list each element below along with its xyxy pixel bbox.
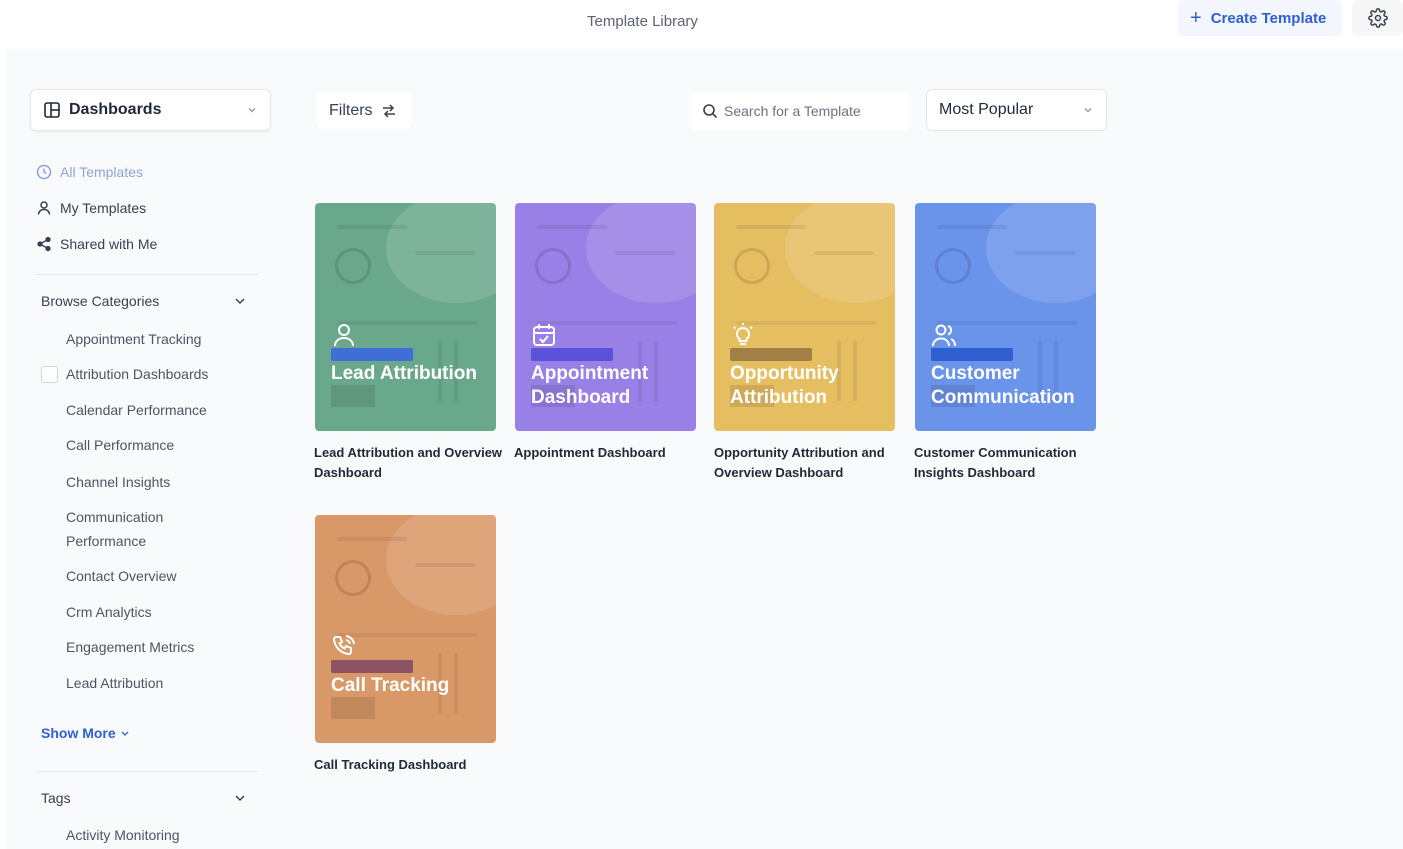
card-decoration	[535, 248, 571, 284]
card-decoration	[537, 321, 677, 325]
show-more-label: Show More	[41, 725, 116, 741]
card-label[interactable]: Customer Communication Insights Dashboar…	[914, 443, 1109, 483]
gear-icon	[1367, 8, 1388, 28]
template-card[interactable]: Appointment Dashboard	[515, 203, 696, 431]
template-card[interactable]: Call Tracking	[315, 515, 496, 743]
card-decoration	[337, 537, 407, 541]
user-icon	[334, 324, 354, 347]
card-decoration	[537, 225, 607, 229]
card-decoration	[331, 385, 375, 407]
chevron-down-icon	[248, 107, 256, 113]
filters-button[interactable]: Filters	[316, 93, 412, 129]
category-crm-analytics[interactable]: Crm Analytics	[66, 600, 236, 624]
card-decoration	[937, 321, 1077, 325]
dashboard-type-label: Dashboards	[69, 101, 162, 118]
card-decoration	[937, 225, 1007, 229]
page-title: Template Library	[587, 13, 698, 30]
category-engagement-metrics[interactable]: Engagement Metrics	[66, 635, 236, 659]
card-label[interactable]: Call Tracking Dashboard	[314, 755, 509, 775]
nav-shared-with-me[interactable]: Shared with Me	[36, 236, 157, 252]
chevron-down-icon	[121, 731, 129, 736]
card-decoration	[415, 251, 475, 255]
category-calendar-performance[interactable]: Calendar Performance	[66, 398, 236, 422]
card-decoration	[814, 251, 874, 255]
sidebar-divider	[36, 771, 258, 772]
sort-select-label: Most Popular	[939, 101, 1034, 118]
template-card[interactable]: Opportunity Attribution	[714, 203, 895, 431]
card-decoration	[935, 248, 971, 284]
nav-all-templates-label: All Templates	[60, 164, 144, 180]
calendar-icon	[533, 324, 555, 346]
sort-select[interactable]: Most Popular	[926, 89, 1107, 131]
card-highlight	[931, 348, 1013, 361]
nav-all-templates[interactable]: All Templates	[36, 164, 143, 180]
card-decoration	[337, 225, 407, 229]
chevron-down-icon	[235, 298, 245, 305]
category-appointment-tracking[interactable]: Appointment Tracking	[66, 327, 236, 351]
browse-categories-header[interactable]: Browse Categories	[41, 293, 247, 309]
card-decoration	[736, 225, 806, 229]
card-decoration	[415, 563, 475, 567]
card-highlight	[531, 348, 613, 361]
users-icon	[932, 324, 956, 347]
chevron-down-icon	[1084, 107, 1092, 113]
card-decoration	[331, 697, 375, 719]
category-attribution-dashboards[interactable]: Attribution Dashboards	[66, 362, 236, 386]
card-title: Appointment Dashboard	[531, 363, 649, 408]
top-bar: Template Library + Create Template	[0, 0, 1403, 48]
card-title: Opportunity Attribution	[730, 363, 839, 408]
card-decoration	[734, 248, 770, 284]
card-decoration	[736, 321, 876, 325]
card-decoration	[1015, 251, 1075, 255]
card-title: Customer Communication	[931, 363, 1075, 408]
dashboard-type-select[interactable]: Dashboards	[30, 89, 271, 131]
browse-categories-heading: Browse Categories	[41, 293, 160, 309]
phone-icon	[332, 635, 355, 656]
card-label[interactable]: Appointment Dashboard	[514, 443, 709, 463]
filter-icon	[382, 104, 395, 118]
card-label[interactable]: Lead Attribution and Overview Dashboard	[314, 443, 509, 483]
card-decoration	[337, 321, 477, 325]
card-highlight	[331, 660, 413, 673]
sidebar-divider	[36, 274, 258, 275]
template-card[interactable]: Customer Communication	[915, 203, 1096, 431]
card-decoration	[335, 560, 371, 596]
search-box	[691, 92, 909, 130]
share-icon	[37, 236, 51, 252]
clock-icon	[36, 164, 52, 180]
category-contact-overview[interactable]: Contact Overview	[66, 564, 236, 588]
search-icon	[703, 104, 718, 119]
nav-my-templates[interactable]: My Templates	[36, 200, 146, 216]
card-label[interactable]: Opportunity Attribution and Overview Das…	[714, 443, 909, 483]
layout-icon	[44, 102, 60, 118]
card-decoration	[335, 248, 371, 284]
category-checkbox[interactable]	[41, 366, 58, 383]
create-template-label: Create Template	[1210, 9, 1327, 27]
filters-label: Filters	[329, 102, 373, 119]
card-highlight	[730, 348, 812, 361]
template-card[interactable]: Lead Attribution	[315, 203, 496, 431]
card-decoration	[337, 633, 477, 637]
category-call-performance[interactable]: Call Performance	[66, 433, 236, 457]
search-input[interactable]	[724, 103, 904, 119]
chevron-down-icon	[235, 795, 245, 802]
lightbulb-icon	[733, 323, 753, 345]
tags-header[interactable]: Tags	[41, 790, 247, 806]
tags-heading: Tags	[41, 790, 71, 806]
nav-shared-with-me-label: Shared with Me	[60, 236, 158, 252]
plus-icon: +	[1190, 7, 1202, 29]
card-title: Lead Attribution	[331, 363, 477, 384]
settings-button[interactable]	[1352, 0, 1403, 36]
card-decoration	[615, 251, 675, 255]
show-more-link[interactable]: Show More	[41, 725, 130, 741]
nav-my-templates-label: My Templates	[60, 200, 147, 216]
category-lead-attribution[interactable]: Lead Attribution	[66, 671, 236, 695]
user-icon	[37, 201, 51, 215]
category-communication-performance[interactable]: Communication Performance	[66, 505, 186, 553]
card-highlight	[331, 348, 413, 361]
category-channel-insights[interactable]: Channel Insights	[66, 470, 236, 494]
create-template-button[interactable]: + Create Template	[1178, 0, 1342, 36]
card-title: Call Tracking	[331, 675, 450, 696]
tag-activity-monitoring[interactable]: Activity Monitoring	[66, 823, 236, 847]
